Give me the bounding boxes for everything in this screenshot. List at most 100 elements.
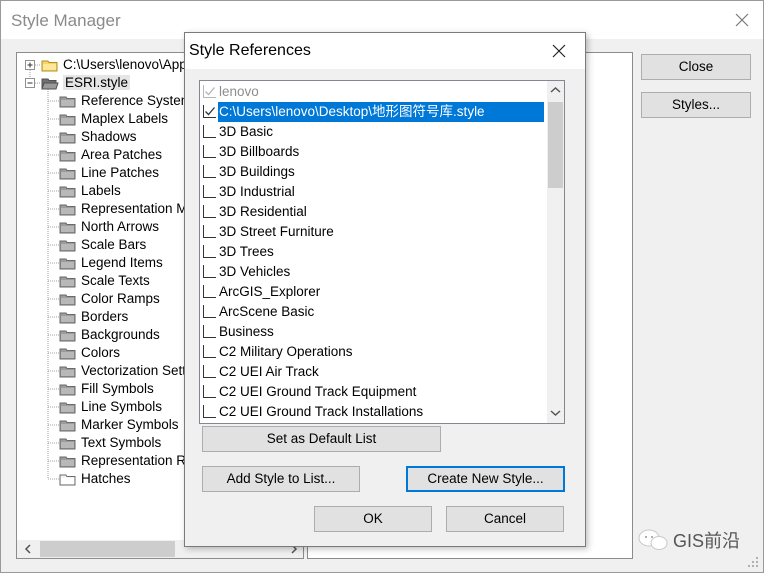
style-references-list[interactable]: lenovo C:\Users\lenovo\Desktop\地形图符号库.sty… — [199, 80, 565, 424]
list-vertical-scrollbar[interactable] — [547, 81, 564, 423]
tree-item-line-patches[interactable]: Line Patches — [59, 164, 159, 182]
checkbox[interactable] — [203, 165, 216, 178]
dialog-close-button[interactable] — [544, 36, 574, 66]
tree-item-label: Scale Texts — [81, 273, 150, 288]
tree-item-area-patches[interactable]: Area Patches — [59, 146, 162, 164]
tree-item-label: Line Patches — [81, 165, 160, 180]
tree-item-backgrounds[interactable]: Backgrounds — [59, 326, 160, 344]
folder-icon — [59, 329, 77, 342]
tree-item-legend-items[interactable]: Legend Items — [59, 254, 163, 272]
tree-item-reference-systems[interactable]: Reference Systems — [59, 92, 199, 110]
style-list-item-label: 3D Buildings — [219, 164, 295, 179]
scroll-left-icon[interactable] — [23, 544, 33, 554]
tree-item-scale-bars[interactable]: Scale Bars — [59, 236, 146, 254]
tree-item-labels[interactable]: Labels — [59, 182, 121, 200]
folder-icon — [59, 257, 77, 270]
style-references-dialog: Style References lenovo C:\Users\lenovo\D… — [184, 32, 586, 547]
style-list-item-label: ArcGIS_Explorer — [219, 284, 321, 299]
folder-icon — [59, 221, 77, 234]
add-style-to-list-button[interactable]: Add Style to List... — [202, 466, 360, 492]
set-default-list-button[interactable]: Set as Default List — [202, 426, 441, 452]
style-list-item-label: 3D Residential — [219, 204, 307, 219]
window-title: Style Manager — [11, 11, 121, 30]
list-scroll-thumb[interactable] — [548, 102, 563, 188]
tree-item-label: Backgrounds — [81, 327, 160, 342]
checkbox[interactable] — [203, 185, 216, 198]
checkbox[interactable] — [203, 385, 216, 398]
style-list-item-label: 3D Industrial — [219, 184, 295, 199]
folder-icon — [59, 437, 77, 450]
cancel-button[interactable]: Cancel — [446, 506, 564, 532]
tree-item-label: C:\Users\lenovo\App — [63, 57, 187, 72]
checkbox[interactable] — [203, 225, 216, 238]
checkbox[interactable] — [203, 345, 216, 358]
styles-button[interactable]: Styles... — [641, 92, 751, 118]
ok-button[interactable]: OK — [314, 506, 432, 532]
checkbox[interactable] — [203, 145, 216, 158]
checkbox[interactable] — [203, 105, 216, 118]
style-list-item-label: C2 UEI Air Track — [219, 364, 319, 379]
tree-item-borders[interactable]: Borders — [59, 308, 128, 326]
checkbox[interactable] — [203, 205, 216, 218]
tree-item-app-folder[interactable]: C:\Users\lenovo\App — [41, 56, 187, 74]
style-list-item-label: C2 UEI Ground Track Equipment — [219, 384, 417, 399]
folder-icon — [59, 275, 77, 288]
tree-item-line-symbols[interactable]: Line Symbols — [59, 398, 162, 416]
tree-item-esri-style[interactable]: ESRI.style — [41, 74, 131, 92]
tree-item-hatches[interactable]: Hatches — [59, 470, 131, 488]
checkbox[interactable] — [203, 365, 216, 378]
tree-item-colors[interactable]: Colors — [59, 344, 120, 362]
tree-item-maplex-labels[interactable]: Maplex Labels — [59, 110, 168, 128]
checkbox[interactable] — [203, 405, 216, 418]
checkbox[interactable] — [203, 85, 216, 98]
checkbox[interactable] — [203, 285, 216, 298]
checkmark-icon — [205, 107, 215, 116]
create-new-style-button[interactable]: Create New Style... — [406, 466, 565, 492]
tree-item-label: Legend Items — [81, 255, 163, 270]
folder-icon — [59, 185, 77, 198]
folder-icon — [59, 203, 77, 216]
checkbox[interactable] — [203, 305, 216, 318]
style-list-item-label: C2 UEI Ground Track Installations — [219, 404, 424, 419]
tree-item-north-arrows[interactable]: North Arrows — [59, 218, 159, 236]
folder-icon — [59, 455, 77, 468]
style-list-item-label: 3D Basic — [219, 124, 274, 139]
folder-icon — [59, 113, 77, 126]
style-list-item-label: Business — [219, 324, 274, 339]
tree-item-label: Scale Bars — [81, 237, 147, 252]
checkbox[interactable] — [203, 245, 216, 258]
tree-item-text-symbols[interactable]: Text Symbols — [59, 434, 161, 452]
window-close-button[interactable] — [727, 5, 757, 35]
tree-item-label: Reference Systems — [81, 93, 199, 108]
folder-icon — [59, 239, 77, 252]
folder-icon — [59, 149, 77, 162]
resize-grip-icon[interactable] — [748, 557, 760, 569]
watermark-text: GIS前沿 — [673, 531, 741, 551]
tree-item-scale-texts[interactable]: Scale Texts — [59, 272, 150, 290]
checkbox[interactable] — [203, 125, 216, 138]
scroll-down-icon[interactable] — [550, 409, 561, 417]
folder-icon — [59, 365, 77, 378]
style-list-item-label: ArcScene Basic — [219, 304, 315, 319]
style-list-item-label: lenovo — [219, 84, 259, 99]
close-icon — [552, 44, 566, 58]
tree-item-shadows[interactable]: Shadows — [59, 128, 137, 146]
folder-icon — [59, 131, 77, 144]
tree-item-label: ESRI.style — [63, 75, 131, 90]
checkmark-icon — [205, 87, 215, 96]
folder-icon — [59, 293, 77, 306]
folder-icon — [59, 419, 77, 432]
tree-item-label: North Arrows — [81, 219, 160, 234]
close-button[interactable]: Close — [641, 54, 751, 80]
style-list-item-label: C:\Users\lenovo\Desktop\地形图符号库.style — [218, 102, 544, 122]
tree-scroll-thumb[interactable] — [40, 541, 175, 557]
tree-item-fill-symbols[interactable]: Fill Symbols — [59, 380, 154, 398]
checkbox[interactable] — [203, 265, 216, 278]
style-list-item-label: 3D Street Furniture — [219, 224, 334, 239]
scroll-up-icon[interactable] — [550, 86, 561, 94]
tree-item-marker-symbols[interactable]: Marker Symbols — [59, 416, 179, 434]
open-folder-icon — [41, 77, 59, 90]
style-list-item-label: C2 Military Operations — [219, 344, 353, 359]
checkbox[interactable] — [203, 325, 216, 338]
tree-item-color-ramps[interactable]: Color Ramps — [59, 290, 160, 308]
